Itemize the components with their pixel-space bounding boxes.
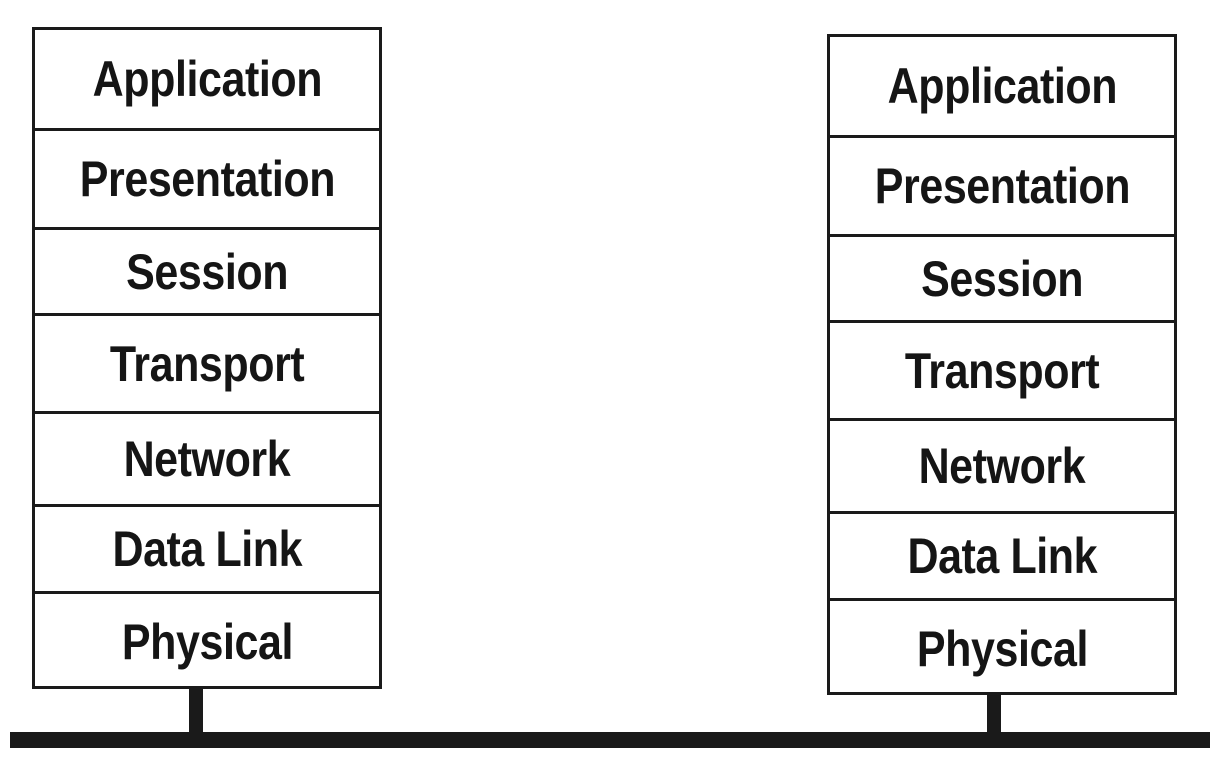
layer-presentation: Presentation bbox=[35, 128, 379, 227]
layer-label: Data Link bbox=[907, 528, 1097, 584]
layer-label: Session bbox=[921, 250, 1083, 307]
layer-network: Network bbox=[830, 418, 1174, 511]
layer-label: Network bbox=[918, 438, 1086, 494]
osi-stack-left: Application Presentation Session Transport N… bbox=[32, 27, 382, 689]
layer-physical: Physical bbox=[830, 598, 1174, 696]
layer-presentation: Presentation bbox=[830, 135, 1174, 234]
layer-label: Transport bbox=[109, 335, 305, 392]
layer-network: Network bbox=[35, 411, 379, 504]
layer-label: Presentation bbox=[79, 151, 335, 207]
network-bus bbox=[10, 732, 1210, 748]
layer-label: Application bbox=[92, 51, 322, 107]
layer-data-link: Data Link bbox=[830, 511, 1174, 598]
layer-label: Data Link bbox=[112, 521, 302, 577]
layer-label: Application bbox=[887, 58, 1117, 114]
osi-stack-right: Application Presentation Session Transport N… bbox=[827, 34, 1177, 695]
layer-application: Application bbox=[830, 37, 1174, 135]
layer-label: Network bbox=[123, 431, 291, 487]
layer-transport: Transport bbox=[35, 313, 379, 411]
layer-physical: Physical bbox=[35, 591, 379, 689]
layer-label: Transport bbox=[904, 342, 1100, 399]
connector-right bbox=[987, 694, 1001, 734]
layer-label: Physical bbox=[121, 613, 293, 670]
layer-session: Session bbox=[35, 227, 379, 313]
layer-session: Session bbox=[830, 234, 1174, 320]
connector-left bbox=[189, 688, 203, 734]
layer-transport: Transport bbox=[830, 320, 1174, 418]
layer-data-link: Data Link bbox=[35, 504, 379, 591]
layer-label: Presentation bbox=[874, 158, 1130, 214]
layer-label: Physical bbox=[916, 620, 1088, 677]
layer-label: Session bbox=[126, 243, 288, 300]
layer-application: Application bbox=[35, 30, 379, 128]
